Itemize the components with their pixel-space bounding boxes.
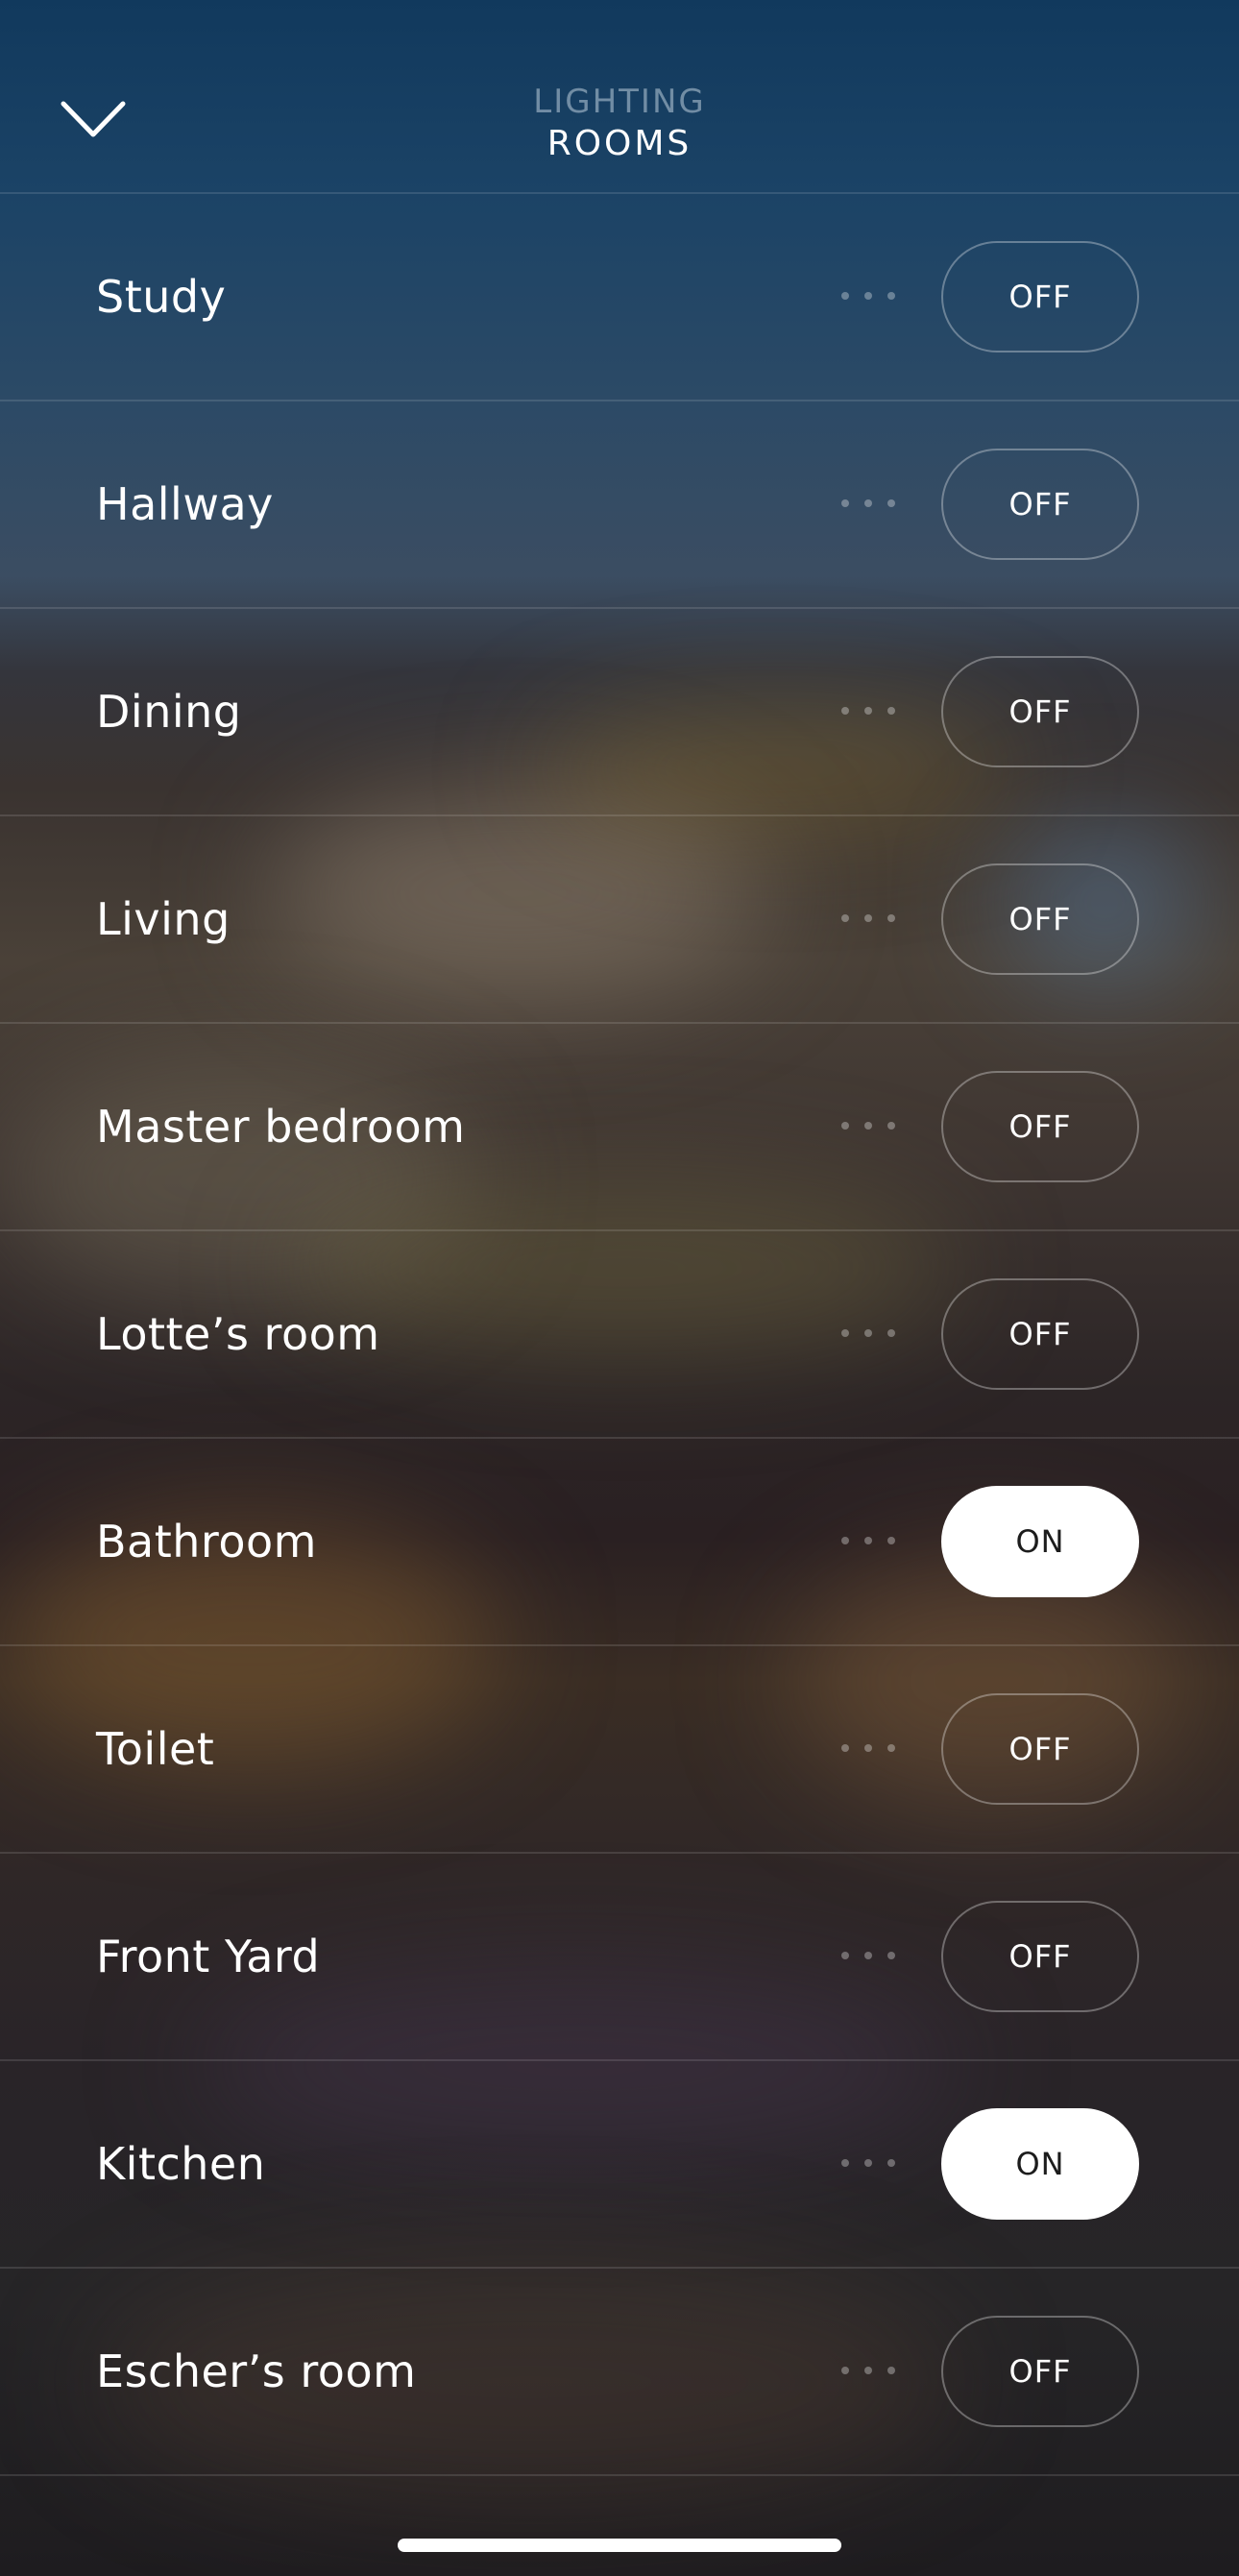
room-row: Front Yard OFF (0, 1854, 1239, 2061)
room-row: Lotte’s room OFF (0, 1231, 1239, 1439)
room-toggle[interactable]: OFF (941, 1901, 1139, 2012)
room-list: Study OFF Hallway OFF Dining OFF Living … (0, 194, 1239, 2476)
room-toggle[interactable]: OFF (941, 1693, 1139, 1805)
room-row: Kitchen ON (0, 2061, 1239, 2269)
room-toggle[interactable]: OFF (941, 241, 1139, 352)
more-horizontal-icon[interactable] (841, 2146, 895, 2180)
room-row: Living OFF (0, 816, 1239, 1024)
room-row: Hallway OFF (0, 401, 1239, 609)
room-toggle[interactable]: OFF (941, 1278, 1139, 1390)
room-name: Front Yard (96, 1931, 321, 1982)
room-toggle[interactable]: OFF (941, 449, 1139, 560)
room-name: Lotte’s room (96, 1308, 380, 1360)
room-toggle[interactable]: OFF (941, 2316, 1139, 2427)
header-titles: LIGHTING ROOMS (0, 81, 1239, 165)
more-horizontal-icon[interactable] (841, 901, 895, 936)
room-name: Study (96, 271, 227, 323)
room-name: Hallway (96, 478, 274, 530)
more-horizontal-icon[interactable] (841, 1108, 895, 1143)
more-horizontal-icon[interactable] (841, 693, 895, 728)
room-name: Master bedroom (96, 1101, 466, 1153)
room-toggle[interactable]: OFF (941, 1071, 1139, 1182)
room-toggle[interactable]: ON (941, 1486, 1139, 1597)
room-row: Study OFF (0, 194, 1239, 401)
room-row: Master bedroom OFF (0, 1024, 1239, 1231)
more-horizontal-icon[interactable] (841, 1731, 895, 1765)
room-name: Toilet (96, 1723, 215, 1775)
more-horizontal-icon[interactable] (841, 1316, 895, 1350)
page-title: ROOMS (547, 124, 692, 163)
room-row: Bathroom ON (0, 1439, 1239, 1646)
room-name: Dining (96, 686, 242, 738)
more-horizontal-icon[interactable] (841, 2353, 895, 2388)
more-horizontal-icon[interactable] (841, 279, 895, 313)
room-name: Living (96, 893, 231, 945)
room-row: Dining OFF (0, 609, 1239, 816)
room-toggle[interactable]: OFF (941, 863, 1139, 975)
more-horizontal-icon[interactable] (841, 1938, 895, 1973)
page-header: LIGHTING ROOMS (0, 0, 1239, 194)
more-horizontal-icon[interactable] (841, 486, 895, 521)
room-toggle[interactable]: ON (941, 2108, 1139, 2220)
home-indicator[interactable] (398, 2539, 841, 2552)
room-row: Toilet OFF (0, 1646, 1239, 1854)
more-horizontal-icon[interactable] (841, 1523, 895, 1558)
room-name: Bathroom (96, 1516, 317, 1567)
room-row: Escher’s room OFF (0, 2269, 1239, 2476)
room-name: Escher’s room (96, 2345, 417, 2397)
room-toggle[interactable]: OFF (941, 656, 1139, 767)
room-name: Kitchen (96, 2138, 266, 2190)
page-subtitle: LIGHTING (533, 83, 706, 121)
